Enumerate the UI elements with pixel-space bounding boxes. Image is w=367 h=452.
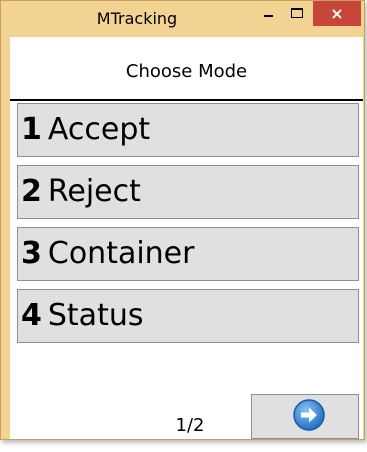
minimize-icon xyxy=(264,15,273,17)
mode-button-accept[interactable]: 1 Accept xyxy=(17,103,359,157)
close-icon: × xyxy=(330,4,344,23)
mode-button-reject[interactable]: 2 Reject xyxy=(17,165,359,219)
app-window: MTracking × Choose Mode 1 Accept 2 Reject … xyxy=(0,0,365,440)
maximize-icon xyxy=(291,8,303,18)
header: Choose Mode xyxy=(10,37,363,101)
mode-button-status[interactable]: 4 Status xyxy=(17,289,359,343)
arrow-right-circle-icon xyxy=(293,399,325,431)
maximize-button[interactable] xyxy=(284,4,310,26)
window-title: MTracking xyxy=(96,9,178,28)
mode-label: Accept xyxy=(47,112,151,147)
mode-button-container[interactable]: 3 Container xyxy=(17,227,359,281)
page-indicator: 1/2 xyxy=(175,415,205,436)
close-button[interactable]: × xyxy=(313,1,361,26)
mode-number: 1 xyxy=(21,112,42,147)
mode-number: 3 xyxy=(21,236,42,271)
mode-number: 4 xyxy=(21,298,42,333)
title-bar[interactable]: MTracking × xyxy=(1,1,364,37)
next-page-button[interactable] xyxy=(251,394,359,439)
minimize-button[interactable] xyxy=(255,4,281,26)
mode-label: Reject xyxy=(47,174,141,209)
client-area: Choose Mode 1 Accept 2 Reject 3 Container 4… xyxy=(10,37,363,439)
mode-label: Container xyxy=(47,236,195,271)
page-title: Choose Mode xyxy=(125,61,248,82)
mode-label: Status xyxy=(47,298,144,333)
mode-number: 2 xyxy=(21,174,42,209)
